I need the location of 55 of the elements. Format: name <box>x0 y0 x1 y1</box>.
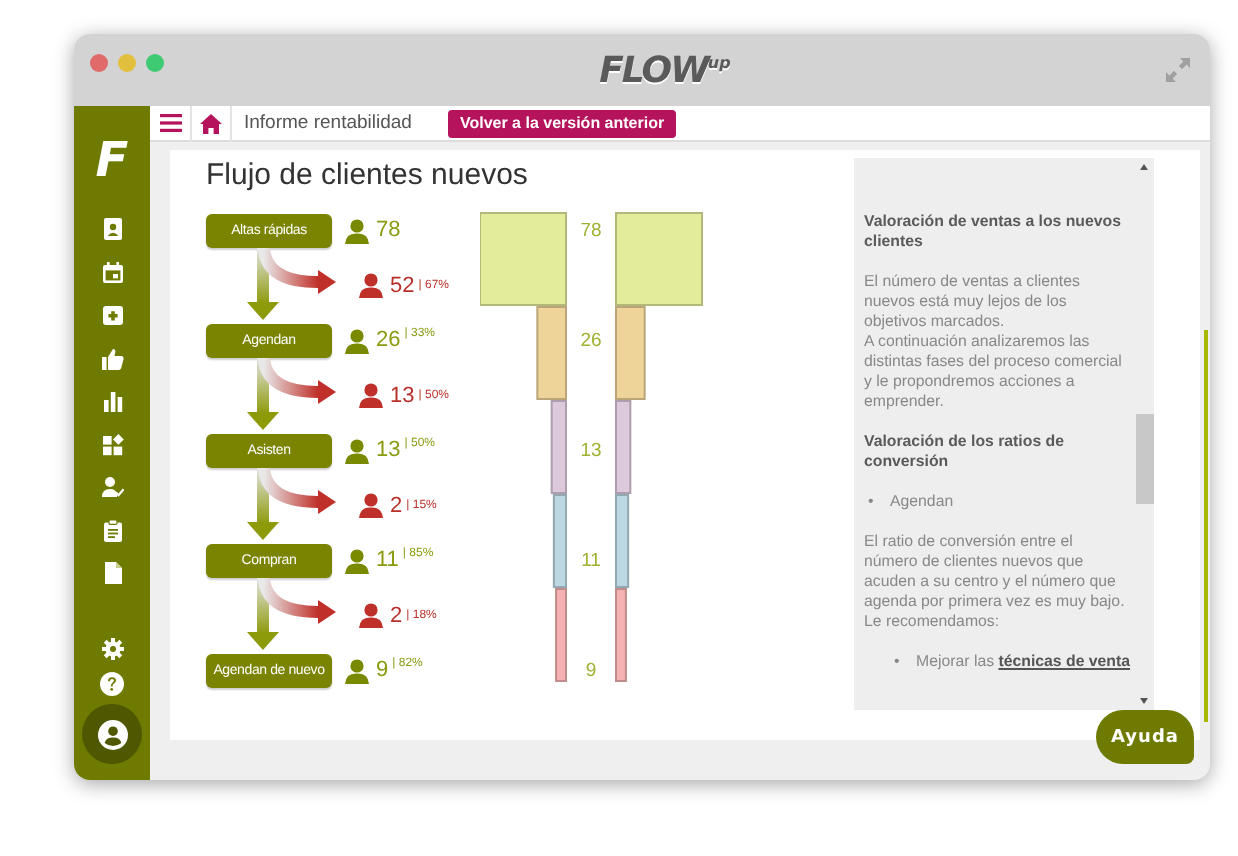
report-title: Flujo de clientes nuevos <box>206 158 530 194</box>
window-control-dot[interactable] <box>90 54 108 72</box>
person-icon <box>344 437 370 463</box>
bar-value: 13 <box>580 440 602 462</box>
client-count: 78 <box>376 218 401 242</box>
page-title: Informe rentabilidad <box>244 112 412 134</box>
calendar-icon[interactable] <box>101 261 123 283</box>
down-arrow-icon <box>247 468 279 540</box>
client-count: 11 <box>376 548 399 572</box>
curved-arrow-icon <box>258 248 336 294</box>
window-control-dot[interactable] <box>146 54 164 72</box>
bar-chart-icon[interactable] <box>101 390 123 412</box>
person-icon <box>358 382 384 408</box>
lost-count: 52 <box>390 273 415 297</box>
down-arrow-icon <box>247 578 279 650</box>
bar-value: 78 <box>580 220 602 242</box>
lost-count: 2 <box>390 493 403 517</box>
bar-value: 9 <box>585 660 597 682</box>
bar-value: 11 <box>581 550 601 572</box>
curved-arrow-icon <box>258 468 336 514</box>
widgets-icon[interactable] <box>101 433 123 455</box>
person-icon <box>344 217 370 243</box>
previous-version-button[interactable]: Volver a la versión anterior <box>447 109 677 137</box>
document-icon[interactable] <box>101 562 123 584</box>
curved-arrow-icon <box>258 578 336 624</box>
user-icon <box>97 719 127 749</box>
client-count: 26 <box>376 328 401 352</box>
person-icon <box>358 602 384 628</box>
person-icon <box>344 657 370 683</box>
person-icon <box>344 547 370 573</box>
app-logo: FLOW <box>599 49 708 91</box>
bar-value: 26 <box>580 330 602 352</box>
down-arrow-icon <box>247 248 279 320</box>
down-arrow-icon <box>247 358 279 430</box>
help-button[interactable]: Ayuda <box>1096 710 1194 764</box>
person-icon <box>358 272 384 298</box>
settings-icon[interactable] <box>101 638 123 660</box>
lost-count: 13 <box>390 383 415 407</box>
home-icon[interactable] <box>200 113 222 133</box>
person-check-icon[interactable] <box>101 476 123 498</box>
window-control-dot[interactable] <box>118 54 136 72</box>
brand-logo[interactable]: F <box>95 134 129 186</box>
user-avatar[interactable] <box>82 704 142 764</box>
person-icon <box>358 492 384 518</box>
menu-icon[interactable] <box>160 114 182 132</box>
client-count: 9 <box>376 658 389 682</box>
thumbs-up-icon[interactable] <box>101 347 123 369</box>
curved-arrow-icon <box>258 358 336 404</box>
person-icon <box>344 327 370 353</box>
clipboard-icon[interactable] <box>101 519 123 541</box>
medical-box-icon[interactable] <box>101 304 123 326</box>
help-icon[interactable] <box>100 672 124 696</box>
lost-count: 2 <box>390 603 403 627</box>
contact-card-icon[interactable] <box>101 218 123 240</box>
client-count: 13 <box>376 438 401 462</box>
